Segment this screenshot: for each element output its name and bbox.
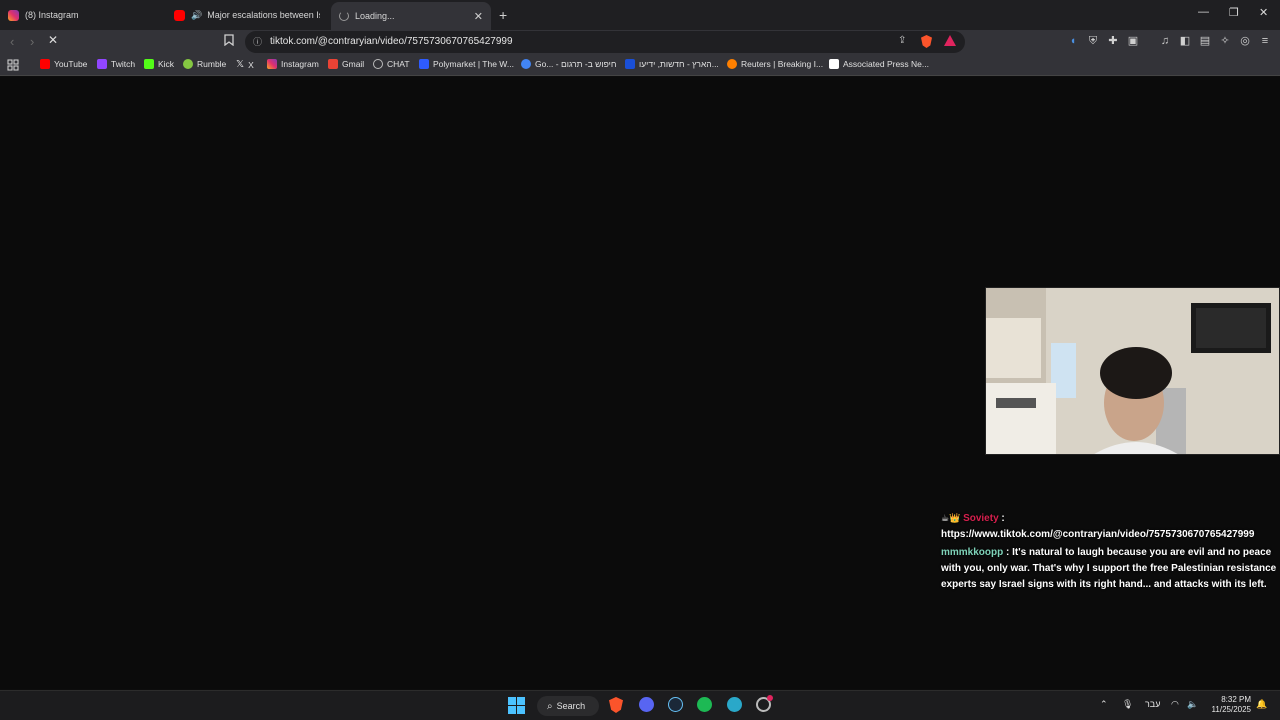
back-button[interactable]: ‹ xyxy=(10,34,14,49)
chat-badge-icon: ☕👑 xyxy=(941,513,961,523)
haaretz-icon xyxy=(625,59,635,69)
share-icon[interactable]: ⇪ xyxy=(898,35,906,46)
bookmark-reuters[interactable]: Reuters | Breaking I... xyxy=(727,59,823,69)
chat-username: mmmkkoopp xyxy=(941,547,1004,558)
ap-icon xyxy=(829,59,839,69)
youtube-icon xyxy=(174,9,185,21)
screenshot-icon[interactable]: ▣ xyxy=(1126,34,1140,48)
windows-icon xyxy=(508,697,525,714)
gmail-icon xyxy=(328,59,338,69)
stop-loading-button[interactable]: ✕ xyxy=(48,33,58,47)
chat-message: mmmkkoopp : It's natural to laugh becaus… xyxy=(941,547,1277,590)
bookmark-x[interactable]: 𝕏X xyxy=(236,59,254,70)
taskbar-spotify[interactable] xyxy=(697,697,713,715)
chat-username: Soviety xyxy=(963,513,999,524)
instagram-icon xyxy=(267,59,277,69)
bookmark-instagram[interactable]: Instagram xyxy=(267,59,319,69)
vpn-icon[interactable]: ◎ xyxy=(1238,34,1252,48)
steam-icon xyxy=(668,697,683,712)
bookmark-gmail[interactable]: Gmail xyxy=(328,59,364,69)
bookmark-twitch[interactable]: Twitch xyxy=(97,59,135,69)
taskbar-search[interactable]: ⌕ Search xyxy=(537,696,599,716)
tab-instagram[interactable]: (8) Instagram xyxy=(8,3,168,27)
x-icon: 𝕏 xyxy=(236,59,245,70)
polymarket-icon xyxy=(419,59,429,69)
bookmark-ap[interactable]: Associated Press Ne... xyxy=(829,59,929,69)
notification-dot-icon xyxy=(767,695,773,701)
brave-shields-icon[interactable] xyxy=(921,35,932,48)
kick-icon xyxy=(144,59,154,69)
close-tab-icon[interactable]: ✕ xyxy=(474,10,483,23)
taskbar-steam[interactable] xyxy=(668,697,684,715)
volume-icon[interactable]: 🔈 xyxy=(1187,699,1198,710)
bookmark-chat[interactable]: CHAT xyxy=(373,59,410,69)
close-window-button[interactable]: ✕ xyxy=(1259,6,1268,19)
sidebar-icon[interactable]: ◧ xyxy=(1178,34,1192,48)
bookmark-kick[interactable]: Kick xyxy=(144,59,174,69)
system-clock[interactable]: 8:32 PM 11/25/2025 xyxy=(1212,695,1251,715)
bookmark-polymarket[interactable]: Polymarket | The W... xyxy=(419,59,514,69)
globe-icon xyxy=(727,697,742,712)
tab-youtube[interactable]: 🔊 Major escalations between Israel xyxy=(174,3,320,27)
wallet-icon[interactable]: ▤ xyxy=(1198,34,1212,48)
tab-label: Major escalations between Israel xyxy=(207,10,320,20)
tab-label: Loading... xyxy=(355,11,395,21)
url-text: tiktok.com/@contraryian/video/7575730670… xyxy=(270,36,513,47)
wifi-icon[interactable]: ◠ xyxy=(1171,699,1179,710)
instagram-icon xyxy=(8,9,19,21)
youtube-icon xyxy=(40,59,50,69)
bookmarks-bar: YouTube Twitch Kick Rumble 𝕏X Instagram … xyxy=(0,54,1280,76)
vpn-shield-icon[interactable]: ⛨ xyxy=(1086,34,1100,48)
search-icon: ⌕ xyxy=(547,700,553,712)
windows-taskbar: ⌕ Search ⌃ 🎙 עבר ◠ 🔈 8:32 PM 11/25/2025 … xyxy=(0,690,1280,720)
webcam-feed-image xyxy=(986,288,1279,454)
restore-button[interactable]: ❐ xyxy=(1229,6,1239,19)
brave-rewards-icon[interactable] xyxy=(944,35,956,46)
spotify-icon xyxy=(697,697,712,712)
webcam-overlay xyxy=(985,287,1280,455)
tab-label: (8) Instagram xyxy=(25,10,79,20)
taskbar-brave[interactable] xyxy=(609,697,625,715)
taskbar-discord[interactable] xyxy=(639,697,655,715)
bookmark-icon[interactable] xyxy=(222,34,236,48)
site-info-icon[interactable]: ⓘ xyxy=(253,35,262,48)
browser-toolbar: ‹ › ✕ ⓘ tiktok.com/@contraryian/video/75… xyxy=(0,30,1280,54)
chat-text: https://www.tiktok.com/@contraryian/vide… xyxy=(941,529,1255,540)
taskbar-browser[interactable] xyxy=(727,697,743,715)
leo-ai-icon[interactable]: ✧ xyxy=(1218,34,1232,48)
discord-icon xyxy=(639,697,654,712)
tab-strip: (8) Instagram 🔊 Major escalations betwee… xyxy=(0,0,1280,30)
twitch-icon xyxy=(97,59,107,69)
spinner-icon xyxy=(339,11,349,21)
menu-icon[interactable]: ≡ xyxy=(1258,34,1272,48)
brave-icon xyxy=(609,697,623,713)
chat-message: ☕👑 Soviety : https://www.tiktok.com/@con… xyxy=(941,513,1255,540)
speaker-icon[interactable]: 🔊 xyxy=(191,10,202,21)
microphone-icon[interactable]: 🎙 xyxy=(1122,699,1133,710)
bookmark-google-translate[interactable]: Go... - חיפוש ב- תרגום xyxy=(521,59,616,69)
google-icon xyxy=(521,59,531,69)
extensions-icon[interactable]: ✚ xyxy=(1106,34,1120,48)
address-bar[interactable]: ⓘ tiktok.com/@contraryian/video/75757306… xyxy=(245,31,965,53)
bookmark-rumble[interactable]: Rumble xyxy=(183,59,226,69)
new-tab-button[interactable]: + xyxy=(499,7,507,23)
audio-playing-icon[interactable]: ◖ xyxy=(1066,34,1080,48)
chatgpt-icon xyxy=(373,59,383,69)
taskbar-app[interactable] xyxy=(756,695,773,715)
rumble-icon xyxy=(183,59,193,69)
reuters-icon xyxy=(727,59,737,69)
tab-loading[interactable]: Loading... ✕ xyxy=(331,2,491,30)
start-button[interactable] xyxy=(508,697,526,715)
bookmark-youtube[interactable]: YouTube xyxy=(40,59,87,69)
bookmark-haaretz[interactable]: הארץ - חדשות, ידיעו... xyxy=(625,59,719,69)
tray-overflow-icon[interactable]: ⌃ xyxy=(1100,699,1108,710)
media-controls-icon[interactable]: ♫ xyxy=(1158,34,1172,48)
language-indicator[interactable]: עבר xyxy=(1145,699,1160,709)
forward-button[interactable]: › xyxy=(30,34,34,49)
minimize-button[interactable]: — xyxy=(1198,6,1209,18)
notifications-icon[interactable]: 🔔 xyxy=(1256,699,1267,710)
chat-overlay: ☕👑 Soviety : https://www.tiktok.com/@con… xyxy=(941,510,1280,593)
apps-grid-icon[interactable] xyxy=(7,59,19,71)
